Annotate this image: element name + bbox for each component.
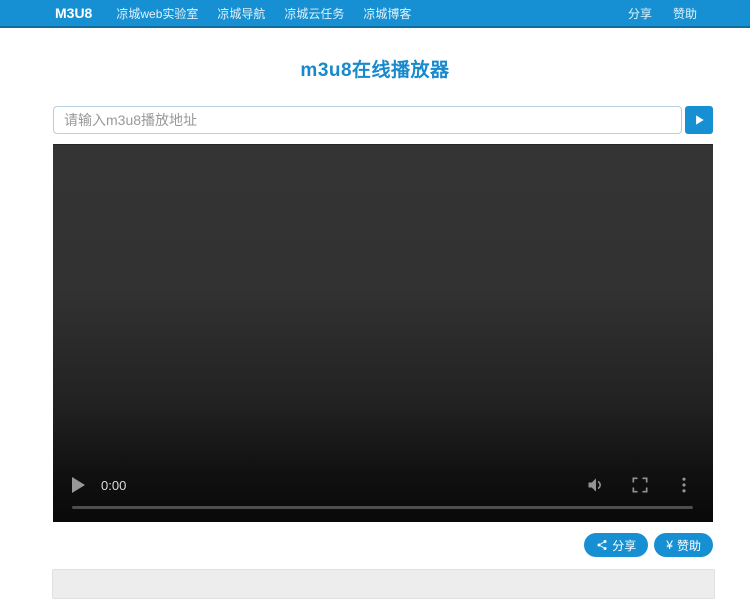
fullscreen-icon[interactable] bbox=[630, 475, 650, 495]
video-current-time: 0:00 bbox=[101, 478, 126, 493]
action-buttons-row: 分享 ¥ 赞助 bbox=[53, 533, 713, 557]
yen-icon: ¥ bbox=[666, 538, 673, 552]
nav-right-links: 分享 赞助 bbox=[628, 5, 697, 22]
share-button-label: 分享 bbox=[612, 537, 636, 554]
video-player[interactable]: 0:00 bbox=[53, 144, 713, 522]
share-alt-icon bbox=[596, 539, 608, 551]
overflow-menu-icon[interactable] bbox=[674, 475, 694, 495]
nav-item-blog[interactable]: 凉城博客 bbox=[363, 5, 411, 22]
m3u8-url-input[interactable] bbox=[53, 106, 682, 134]
footer-panel bbox=[52, 569, 715, 599]
play-icon bbox=[692, 113, 706, 127]
donate-button[interactable]: ¥ 赞助 bbox=[654, 533, 713, 557]
nav-item-donate[interactable]: 赞助 bbox=[673, 5, 697, 22]
donate-button-label: 赞助 bbox=[677, 537, 701, 554]
video-play-icon[interactable] bbox=[72, 477, 85, 493]
video-controls-bar: 0:00 bbox=[53, 475, 713, 495]
nav-links: 凉城web实验室 凉城导航 凉城云任务 凉城博客 bbox=[116, 5, 411, 22]
main-container: 0:00 分享 bbox=[53, 106, 713, 557]
navbar: M3U8 凉城web实验室 凉城导航 凉城云任务 凉城博客 分享 赞助 bbox=[0, 0, 750, 28]
nav-item-web-lab[interactable]: 凉城web实验室 bbox=[116, 5, 198, 22]
nav-item-share[interactable]: 分享 bbox=[628, 5, 652, 22]
page-title: m3u8在线播放器 bbox=[0, 55, 750, 82]
submit-play-button[interactable] bbox=[685, 106, 713, 134]
nav-item-cloud-task[interactable]: 凉城云任务 bbox=[284, 5, 344, 22]
share-button[interactable]: 分享 bbox=[584, 533, 648, 557]
video-timeline-scrubber[interactable] bbox=[72, 506, 693, 509]
brand-logo[interactable]: M3U8 bbox=[55, 5, 92, 21]
volume-icon[interactable] bbox=[586, 475, 606, 495]
url-form bbox=[53, 106, 713, 134]
nav-item-navigation[interactable]: 凉城导航 bbox=[217, 5, 265, 22]
